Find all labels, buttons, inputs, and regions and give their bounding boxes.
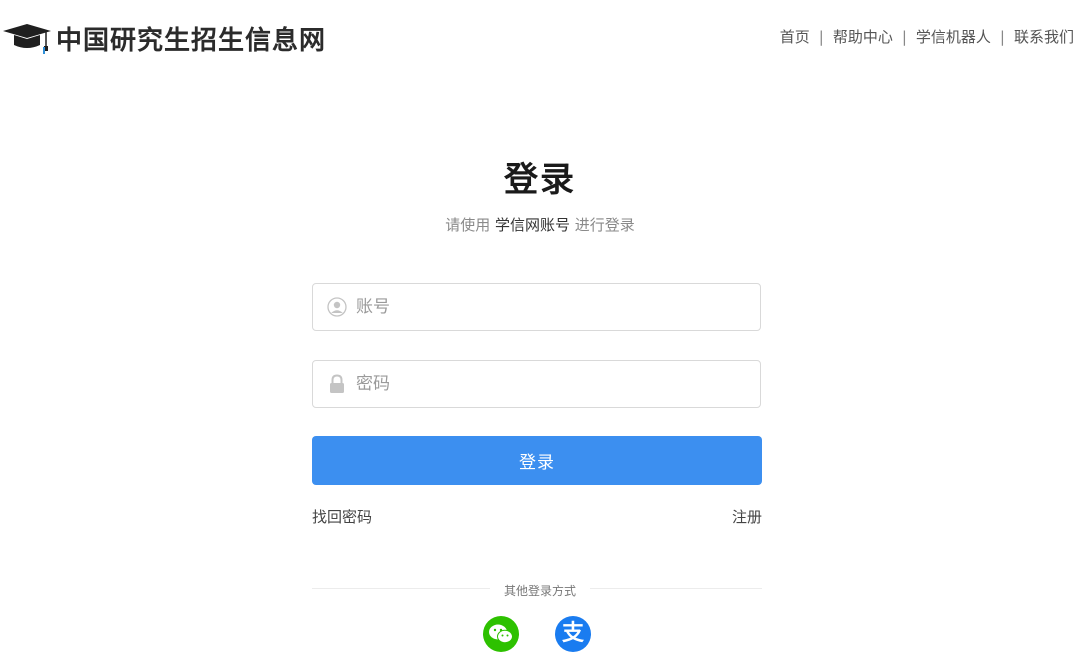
alipay-login-button[interactable]: 支 [555, 616, 591, 652]
subtitle-suffix: 进行登录 [574, 216, 635, 234]
wechat-icon [489, 624, 513, 644]
other-login-methods-label: 其他登录方式 [489, 584, 590, 598]
register-link[interactable]: 注册 [732, 506, 762, 527]
header: 中国研究生招生信息网 首页 | 帮助中心 | 学信机器人 | 联系我们 [0, 0, 1080, 76]
password-input[interactable] [356, 374, 736, 394]
nav-separator: | [999, 27, 1005, 46]
username-field[interactable] [312, 283, 761, 331]
subtitle-account-type: 学信网账号 [494, 216, 570, 234]
wechat-login-button[interactable] [483, 616, 519, 652]
forgot-password-link[interactable]: 找回密码 [312, 506, 372, 527]
site-name: 中国研究生招生信息网 [56, 25, 327, 56]
login-subtitle: 请使用 学信网账号 进行登录 [0, 214, 1080, 235]
lock-icon [326, 373, 348, 395]
password-field[interactable] [312, 360, 761, 408]
alipay-icon: 支 [561, 621, 584, 646]
nav-contact-link[interactable]: 联系我们 [1014, 26, 1074, 47]
nav-separator: | [901, 27, 907, 46]
username-input[interactable] [356, 297, 736, 317]
top-nav: 首页 | 帮助中心 | 学信机器人 | 联系我们 [780, 26, 1074, 47]
nav-robot-link[interactable]: 学信机器人 [916, 26, 991, 47]
subtitle-prefix: 请使用 [445, 216, 491, 234]
site-logo[interactable]: 中国研究生招生信息网 [2, 20, 326, 56]
login-title: 登录 [504, 160, 576, 200]
graduation-cap-icon [3, 24, 51, 54]
user-icon [326, 296, 348, 318]
nav-home-link[interactable]: 首页 [780, 26, 810, 47]
login-button[interactable]: 登录 [312, 436, 762, 485]
nav-separator: | [818, 27, 824, 46]
nav-help-link[interactable]: 帮助中心 [833, 26, 893, 47]
other-login-methods: 其他登录方式 [0, 580, 1080, 599]
